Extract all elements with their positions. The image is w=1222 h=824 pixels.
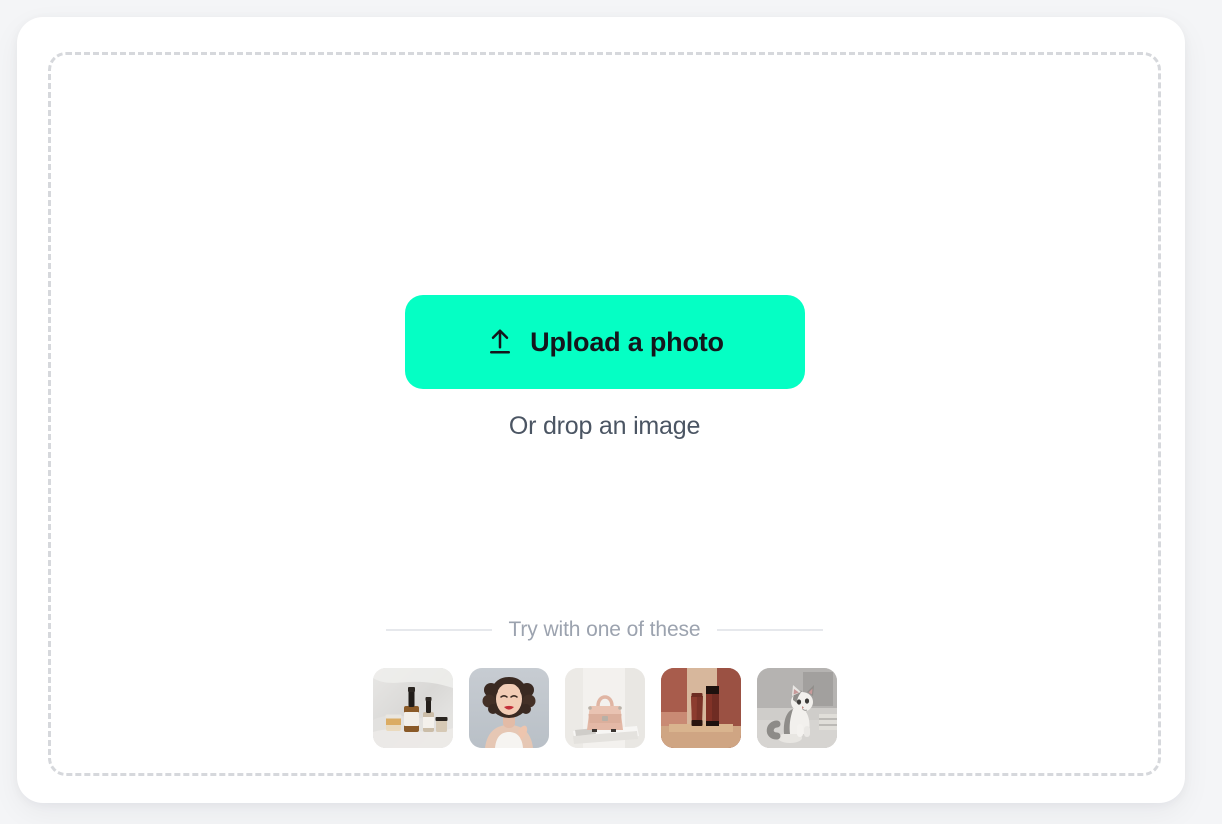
upload-photo-button[interactable]: Upload a photo: [404, 295, 805, 389]
upload-card: Upload a photo Or drop an image Try with…: [17, 17, 1185, 803]
sample-thumbnail-list: [372, 668, 838, 748]
sample-images-title: Try with one of these: [508, 618, 701, 641]
divider-left: [386, 629, 493, 631]
sample-images-section: Try with one of these: [372, 618, 838, 748]
drop-image-hint: Or drop an image: [508, 412, 701, 440]
upload-arrow-icon: [485, 327, 515, 357]
page-root: Upload a photo Or drop an image Try with…: [0, 0, 1222, 824]
sample-thumbnail-skincare-bottles[interactable]: [372, 668, 453, 748]
sample-thumbnail-pink-handbag[interactable]: [564, 668, 645, 748]
dropzone-dashed-area[interactable]: Upload a photo Or drop an image Try with…: [48, 52, 1161, 776]
upload-photo-button-label: Upload a photo: [530, 326, 724, 357]
sample-thumbnail-cosmetic-tubes[interactable]: [660, 668, 741, 748]
divider-right: [716, 629, 823, 631]
sample-images-heading: Try with one of these: [372, 618, 838, 642]
sample-thumbnail-woman-portrait[interactable]: [468, 668, 549, 748]
sample-thumbnail-kitten[interactable]: [756, 668, 837, 748]
